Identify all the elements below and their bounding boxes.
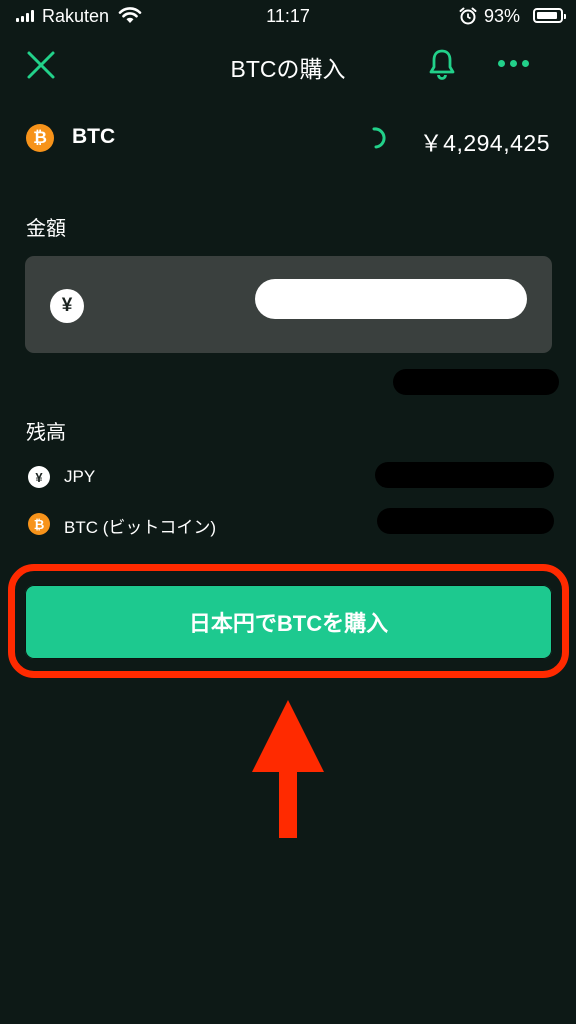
more-options-button[interactable] — [498, 60, 529, 67]
more-icon-dot — [510, 60, 517, 67]
arrow-up-icon — [252, 700, 324, 845]
more-icon-dot — [522, 60, 529, 67]
balance-label: 残高 — [26, 422, 66, 444]
redacted-value — [393, 369, 559, 395]
balance-jpy-label: JPY — [64, 467, 96, 486]
battery-icon — [533, 8, 566, 23]
buy-btc-button[interactable]: 日本円でBTCを購入 — [25, 585, 552, 659]
notification-button[interactable] — [428, 48, 456, 85]
bitcoin-icon: ₿ — [26, 124, 54, 152]
asset-name: BTC — [72, 125, 116, 148]
amount-label: 金額 — [26, 218, 66, 240]
status-bar: Rakuten 11:17 93% — [0, 0, 576, 34]
amount-input[interactable] — [255, 279, 527, 319]
asset-price: ￥4,294,425 — [419, 130, 550, 156]
balance-btc-label: BTC (ビットコイン) — [64, 518, 217, 537]
alarm-icon — [458, 6, 478, 31]
bell-icon — [429, 49, 455, 80]
page-title: BTCの購入 — [230, 56, 346, 82]
more-icon-dot — [498, 60, 505, 67]
battery-percent: 93% — [484, 6, 521, 26]
loading-spinner-icon — [370, 127, 388, 149]
redacted-jpy-balance — [375, 462, 554, 488]
redacted-btc-balance — [377, 508, 554, 534]
yen-icon: ¥ — [50, 289, 84, 323]
bitcoin-icon: ₿ — [28, 513, 50, 535]
yen-icon: ¥ — [28, 466, 50, 488]
